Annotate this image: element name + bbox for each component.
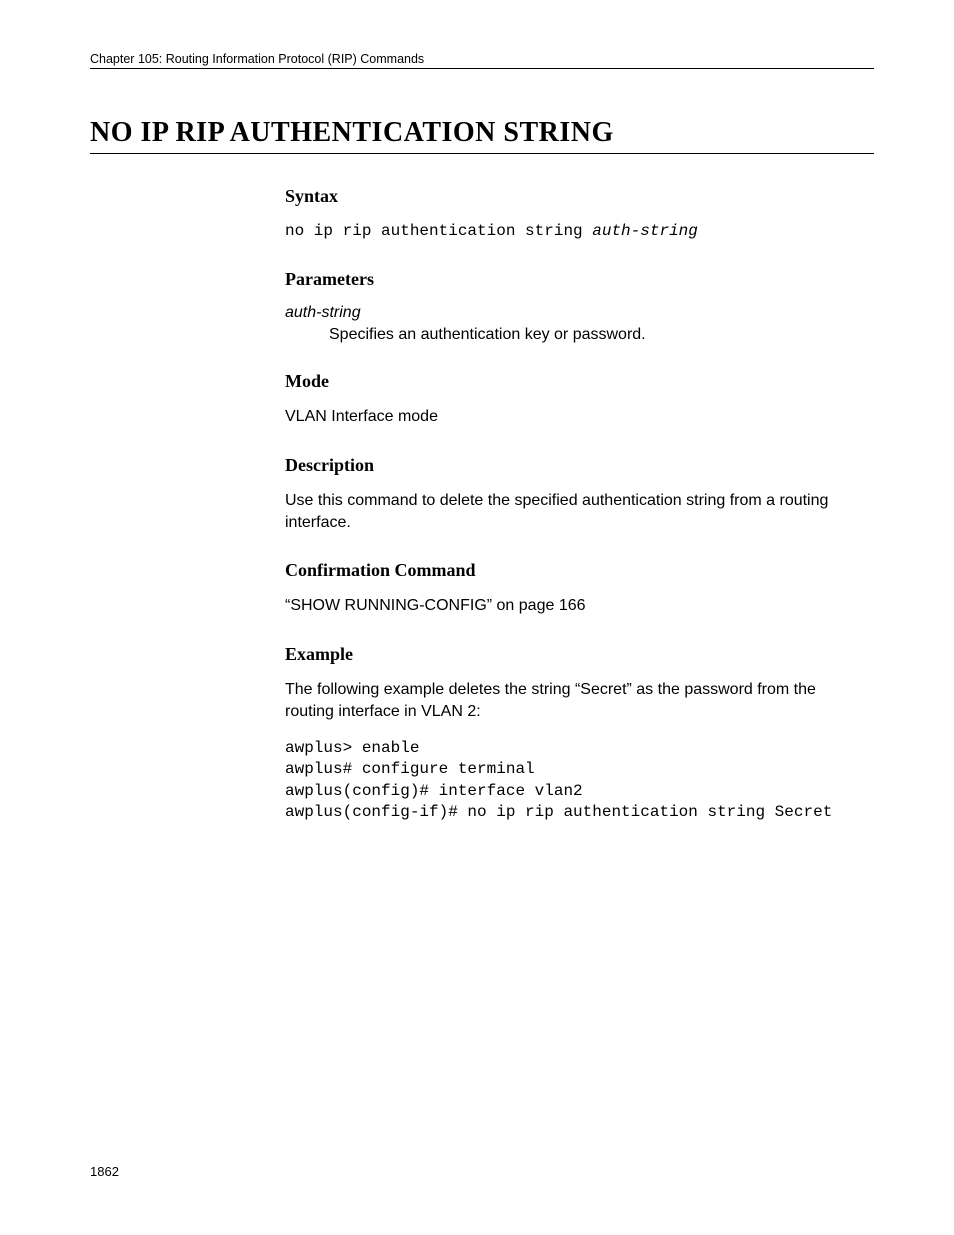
page-container: Chapter 105: Routing Information Protoco… — [0, 0, 954, 1235]
page-title: NO IP RIP AUTHENTICATION STRING — [90, 117, 874, 149]
syntax-heading: Syntax — [285, 186, 864, 207]
mode-heading: Mode — [285, 371, 864, 392]
header-rule — [90, 68, 874, 69]
syntax-command: no ip rip authentication string auth-str… — [285, 221, 864, 243]
description-text: Use this command to delete the specified… — [285, 490, 864, 535]
content-column: Syntax no ip rip authentication string a… — [285, 186, 864, 824]
example-heading: Example — [285, 644, 864, 665]
description-heading: Description — [285, 455, 864, 476]
spacer — [285, 724, 864, 738]
parameter-name: auth-string — [285, 304, 864, 322]
parameters-heading: Parameters — [285, 269, 864, 290]
example-code: awplus> enable awplus# configure termina… — [285, 738, 864, 824]
parameter-description: Specifies an authentication key or passw… — [329, 324, 864, 346]
syntax-command-arg: auth-string — [592, 222, 698, 240]
syntax-command-prefix: no ip rip authentication string — [285, 222, 592, 240]
chapter-header: Chapter 105: Routing Information Protoco… — [90, 52, 874, 66]
mode-text: VLAN Interface mode — [285, 406, 864, 428]
example-intro: The following example deletes the string… — [285, 679, 864, 724]
confirmation-heading: Confirmation Command — [285, 560, 864, 581]
title-rule — [90, 153, 874, 154]
confirmation-text: “SHOW RUNNING-CONFIG” on page 166 — [285, 595, 864, 617]
page-number: 1862 — [90, 1164, 119, 1179]
